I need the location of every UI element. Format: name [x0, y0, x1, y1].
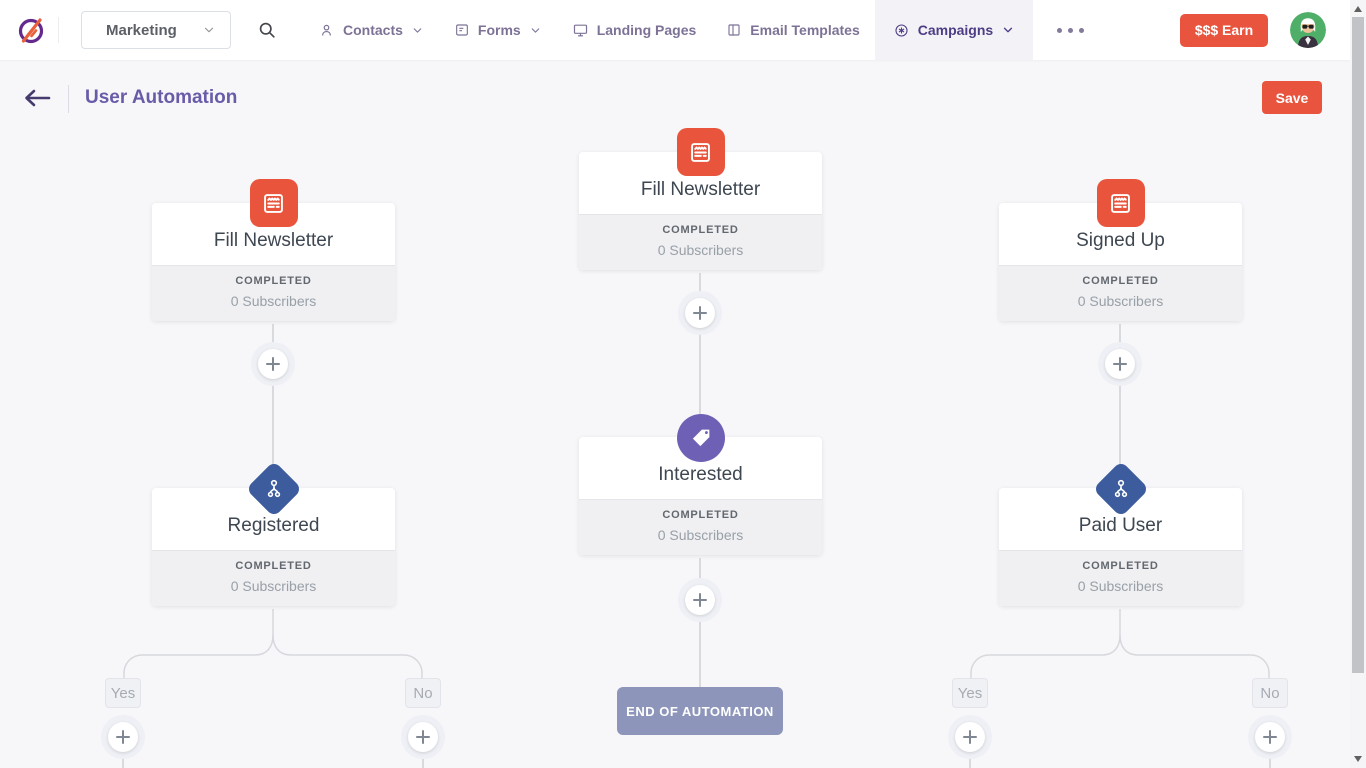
branch-connector [970, 609, 1270, 678]
node-subscribers: 0 Subscribers [999, 578, 1242, 594]
plus-icon [693, 593, 707, 607]
branch-connector [123, 609, 423, 678]
nav-item-label: Landing Pages [597, 22, 697, 38]
nav-divider [58, 17, 59, 43]
plus-icon [266, 357, 280, 371]
add-step-button[interactable] [948, 715, 992, 759]
node-fill-newsletter[interactable]: Fill Newsletter COMPLETED 0 Subscribers [152, 203, 395, 321]
nav-item-campaigns[interactable]: Campaigns [875, 0, 1033, 60]
node-interested[interactable]: Interested COMPLETED 0 Subscribers [579, 437, 822, 555]
add-step-button[interactable] [401, 715, 445, 759]
nav-item-label: Campaigns [918, 22, 993, 38]
scrollbar-up-arrow[interactable] [1354, 6, 1362, 12]
node-footer: COMPLETED 0 Subscribers [999, 265, 1242, 321]
nav-item-label: Email Templates [750, 22, 859, 38]
plus-icon [116, 730, 130, 744]
plus-icon [1113, 357, 1127, 371]
node-status: COMPLETED [999, 560, 1242, 572]
node-footer: COMPLETED 0 Subscribers [999, 550, 1242, 606]
node-footer: COMPLETED 0 Subscribers [579, 214, 822, 270]
nav-item-landing-pages[interactable]: Landing Pages [557, 0, 712, 60]
node-status: COMPLETED [579, 509, 822, 521]
newsletter-form-icon [677, 128, 725, 176]
add-step-button[interactable] [678, 578, 722, 622]
end-of-automation-badge: END OF AUTOMATION [617, 687, 783, 735]
add-step-button[interactable] [1248, 715, 1292, 759]
add-step-button[interactable] [101, 715, 145, 759]
connector-line [1269, 759, 1271, 768]
chevron-down-icon [411, 24, 424, 37]
scrollbar-down-arrow[interactable] [1354, 756, 1362, 762]
chevron-down-icon [529, 24, 542, 37]
branch-label-yes: Yes [952, 678, 988, 708]
plus-icon [1263, 730, 1277, 744]
monitor-icon [572, 22, 589, 39]
node-subscribers: 0 Subscribers [999, 293, 1242, 309]
vertical-scrollbar [1350, 0, 1366, 768]
connector-line [422, 759, 424, 768]
node-status: COMPLETED [999, 275, 1242, 287]
search-icon [257, 20, 277, 40]
branch-label-no: No [1252, 678, 1288, 708]
scrollbar-thumb[interactable] [1352, 17, 1364, 673]
nav-item-email-templates[interactable]: Email Templates [711, 0, 874, 60]
chevron-down-icon [202, 23, 216, 37]
page-title: User Automation [85, 87, 237, 109]
earn-button[interactable]: $$$ Earn [1180, 14, 1268, 47]
ellipsis-icon [1057, 28, 1062, 33]
layout-columns-icon [726, 22, 742, 38]
newsletter-form-icon [250, 179, 298, 227]
tag-icon [677, 414, 725, 462]
save-button[interactable]: Save [1262, 81, 1322, 114]
node-subscribers: 0 Subscribers [152, 578, 395, 594]
top-navbar: Marketing Contacts Forms Land [0, 0, 1350, 60]
branch-label-yes: Yes [105, 678, 141, 708]
connector-line [122, 759, 124, 768]
app-logo-icon[interactable] [14, 13, 48, 47]
node-footer: COMPLETED 0 Subscribers [152, 550, 395, 606]
plus-icon [416, 730, 430, 744]
person-icon [318, 22, 335, 39]
chevron-down-icon [1001, 23, 1015, 37]
nav-item-contacts[interactable]: Contacts [303, 0, 439, 60]
node-registered[interactable]: Registered COMPLETED 0 Subscribers [152, 488, 395, 606]
user-avatar[interactable] [1290, 12, 1326, 48]
connector-line [969, 759, 971, 768]
node-subscribers: 0 Subscribers [579, 527, 822, 543]
more-menu-button[interactable] [1041, 28, 1100, 33]
plus-icon [963, 730, 977, 744]
node-status: COMPLETED [152, 275, 395, 287]
branch-label-no: No [405, 678, 441, 708]
node-fill-newsletter[interactable]: Fill Newsletter COMPLETED 0 Subscribers [579, 152, 822, 270]
add-step-button[interactable] [678, 291, 722, 335]
marketing-dropdown[interactable]: Marketing [81, 11, 231, 49]
automation-canvas: User Automation Save Fill Newsletter COM… [0, 60, 1350, 768]
node-subscribers: 0 Subscribers [152, 293, 395, 309]
plus-icon [693, 306, 707, 320]
search-button[interactable] [257, 20, 277, 40]
back-button[interactable] [22, 88, 52, 111]
add-step-button[interactable] [251, 342, 295, 386]
form-icon [454, 22, 470, 38]
header-divider [68, 85, 69, 113]
newsletter-form-icon [1097, 179, 1145, 227]
node-signed-up[interactable]: Signed Up COMPLETED 0 Subscribers [999, 203, 1242, 321]
node-status: COMPLETED [579, 224, 822, 236]
nav-item-forms[interactable]: Forms [439, 0, 557, 60]
arrow-left-icon [22, 88, 52, 108]
marketing-dropdown-label: Marketing [106, 22, 177, 39]
add-step-button[interactable] [1098, 342, 1142, 386]
node-paid-user[interactable]: Paid User COMPLETED 0 Subscribers [999, 488, 1242, 606]
node-subscribers: 0 Subscribers [579, 242, 822, 258]
asterisk-circle-icon [893, 22, 910, 39]
node-status: COMPLETED [152, 560, 395, 572]
nav-item-label: Contacts [343, 22, 403, 38]
primary-nav: Contacts Forms Landing Pages Email Templ… [303, 0, 1033, 60]
node-footer: COMPLETED 0 Subscribers [579, 499, 822, 555]
node-footer: COMPLETED 0 Subscribers [152, 265, 395, 321]
nav-item-label: Forms [478, 22, 521, 38]
